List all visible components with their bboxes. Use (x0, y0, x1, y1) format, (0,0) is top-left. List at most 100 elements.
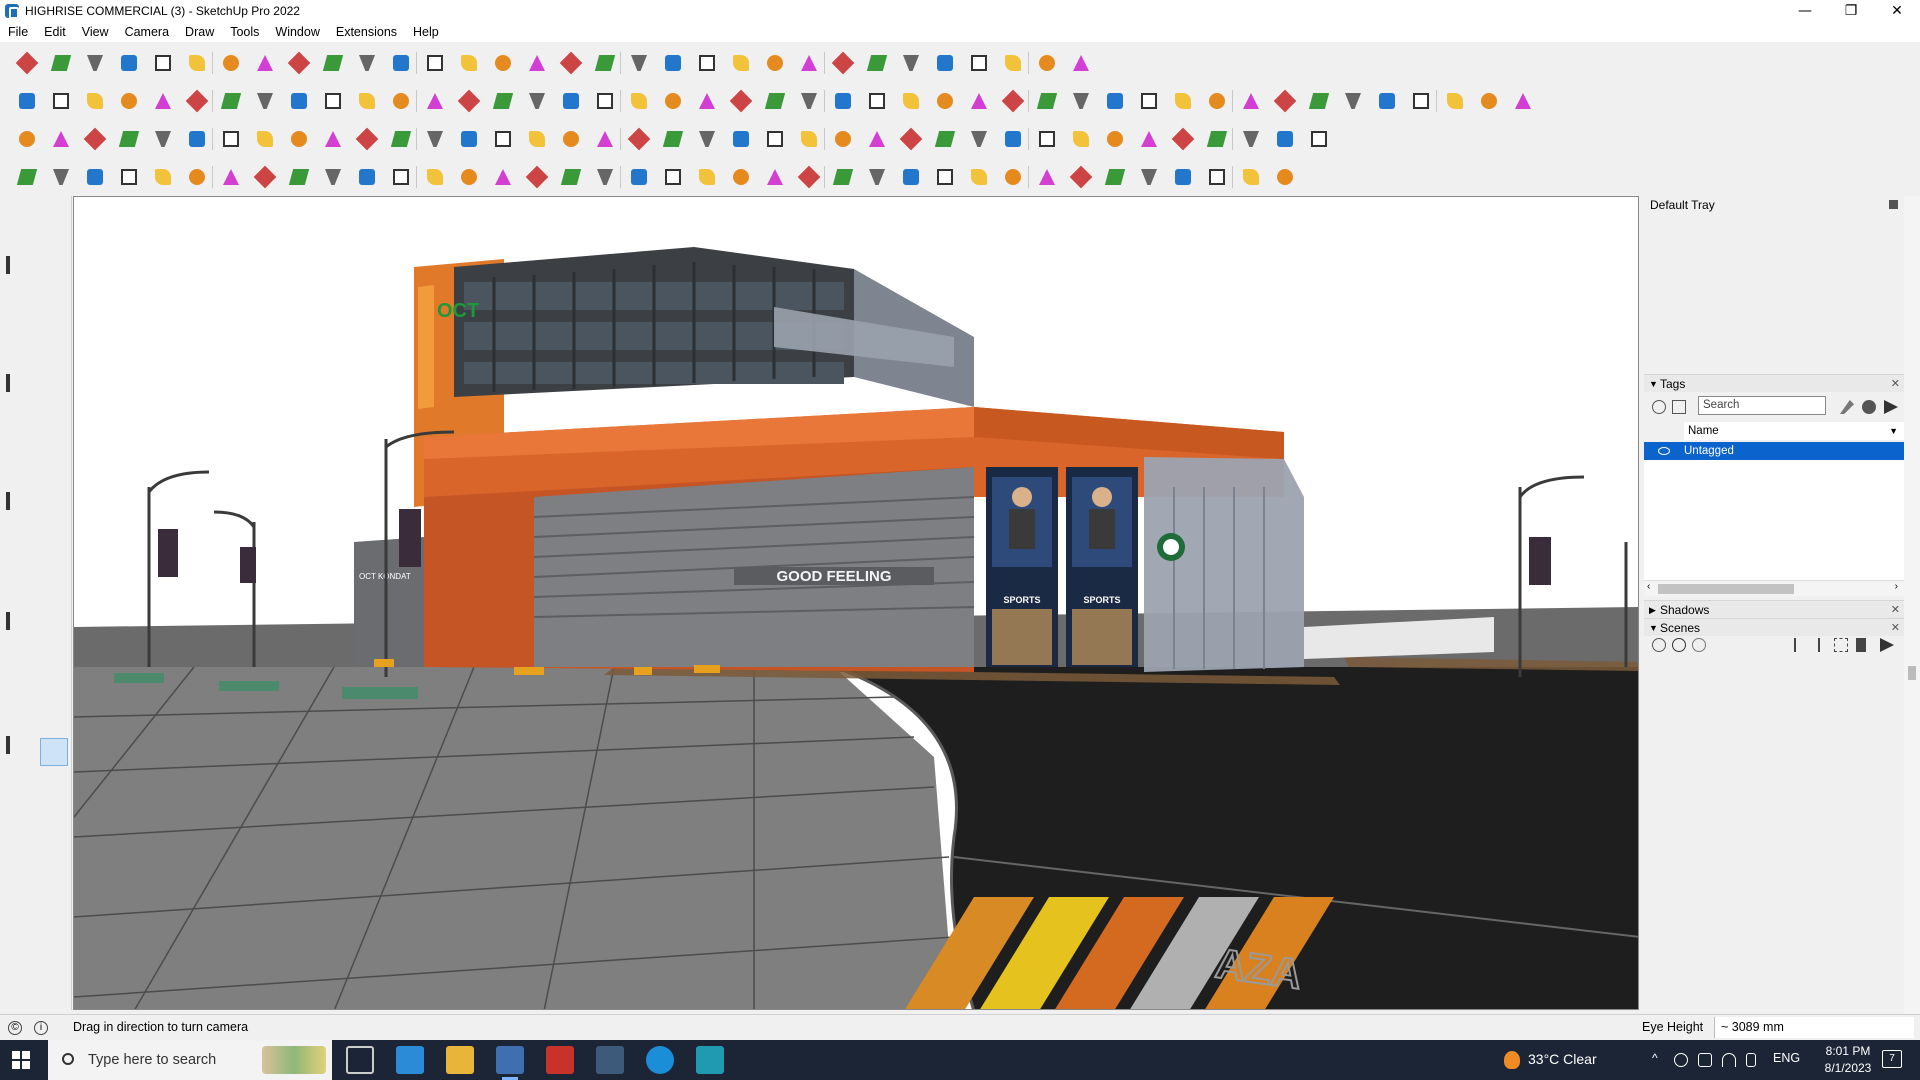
shadows-tool-button[interactable] (964, 162, 994, 192)
hidden-line-tool-button[interactable] (1372, 86, 1402, 116)
tape-tool-button[interactable] (6, 528, 34, 556)
monochrome-tool-button[interactable] (794, 162, 825, 192)
view-back-tool-button[interactable] (896, 124, 926, 154)
solid-union-tool-button[interactable] (692, 86, 722, 116)
split-tool-button[interactable] (488, 162, 518, 192)
weather-widget[interactable]: 33°C Clear (1504, 1051, 1597, 1069)
add-tag-icon[interactable] (1652, 400, 1666, 414)
orbit-tool-button[interactable] (250, 86, 280, 116)
menu-file[interactable]: File (0, 22, 36, 42)
walk-tool-button[interactable] (250, 124, 280, 154)
view-top-tool-button[interactable] (794, 124, 825, 154)
menu-camera[interactable]: Camera (117, 22, 177, 42)
zoom-tool-button[interactable] (1270, 124, 1300, 154)
eraser-tool-button[interactable] (1100, 162, 1130, 192)
protractor-tool-button[interactable] (624, 124, 654, 154)
remove-scene-icon[interactable] (1692, 638, 1706, 652)
menu-draw[interactable]: Draw (177, 22, 222, 42)
follow-me-tool-button[interactable] (624, 86, 654, 116)
select-tool-button[interactable] (1304, 124, 1334, 154)
windows-start-button[interactable] (12, 1051, 30, 1069)
styles-tool-button[interactable] (1406, 86, 1437, 116)
select-tool-button[interactable] (46, 48, 76, 78)
component-tool-button[interactable] (6, 256, 34, 286)
xray-tool-button[interactable] (1304, 86, 1334, 116)
zoom-extents-tool-button[interactable] (352, 86, 382, 116)
line-tool-button[interactable] (1134, 162, 1164, 192)
zoom-window-tool-button[interactable] (80, 124, 110, 154)
pin-icon[interactable] (1889, 200, 1898, 209)
fog-tool-button[interactable] (998, 162, 1029, 192)
rotated-rectangle-tool-button[interactable] (40, 320, 68, 348)
wireframe-tool-button[interactable] (1338, 86, 1368, 116)
follow-me-tool-button[interactable] (148, 162, 178, 192)
volume-icon[interactable] (1746, 1053, 1756, 1067)
xray-tool-button[interactable] (1066, 124, 1096, 154)
tape-measure-tool-button[interactable] (40, 258, 68, 286)
view-back-tool-button[interactable] (658, 162, 688, 192)
move-tool-button[interactable] (6, 438, 34, 466)
axes-tool-button[interactable] (6, 584, 34, 612)
polygon-tool-button[interactable] (40, 348, 68, 376)
intersect-tool-button[interactable] (182, 162, 213, 192)
offset-tool-button[interactable] (40, 466, 68, 494)
position-camera-tool-button[interactable] (6, 710, 34, 738)
walk-tool-button[interactable] (488, 86, 518, 116)
styles-tool-button[interactable] (930, 162, 960, 192)
rotate-tool-button[interactable] (46, 86, 76, 116)
position-camera-tool-button[interactable] (318, 124, 348, 154)
look-around-tool-button[interactable] (46, 162, 76, 192)
split-tool-button[interactable] (964, 86, 994, 116)
shaded-tool-button[interactable] (726, 162, 756, 192)
protractor-tool-button[interactable] (386, 162, 417, 192)
eraser-tool-button[interactable] (40, 230, 68, 258)
paint-bucket-tool-button[interactable] (6, 230, 34, 258)
geo-location-icon[interactable]: © (8, 1021, 22, 1035)
tags-horizontal-scrollbar[interactable]: ‹ › (1644, 580, 1904, 596)
tags-search-input[interactable]: Search (1698, 396, 1826, 415)
dimension-tool-button[interactable] (1066, 48, 1096, 78)
sandbox-tool-button[interactable] (828, 48, 858, 78)
position-camera-tool-button[interactable] (794, 48, 825, 78)
shaded-tool-button[interactable] (1202, 86, 1233, 116)
menu-help[interactable]: Help (405, 22, 447, 42)
position-camera-tool-button[interactable] (556, 86, 586, 116)
push-pull-tool-button[interactable] (216, 48, 246, 78)
zoom-window-tool-button[interactable] (318, 86, 348, 116)
orbit-2-tool-button[interactable] (6, 612, 34, 642)
tags-panel-header[interactable]: ▼ Tags ✕ (1644, 374, 1904, 392)
scale-tool-button[interactable] (80, 86, 110, 116)
move-tool-button[interactable] (250, 48, 280, 78)
pie-tool-button[interactable] (6, 404, 34, 432)
visibility-eye-icon[interactable] (1658, 447, 1670, 455)
solid-subtract-tool-button[interactable] (250, 162, 280, 192)
layer-tool-button[interactable] (420, 86, 450, 116)
3d-text-tool-button[interactable] (420, 162, 450, 192)
minimize-button[interactable]: — (1782, 0, 1828, 22)
shadows-tool-button[interactable] (1440, 86, 1470, 116)
view-left-tool-button[interactable] (930, 124, 960, 154)
shadows-tool-button[interactable] (1202, 124, 1233, 154)
details-arrow-icon[interactable] (1884, 400, 1898, 414)
textured-tool-button[interactable] (760, 162, 790, 192)
menu-tools[interactable]: Tools (222, 22, 267, 42)
paint-bucket-tool-button[interactable] (216, 86, 246, 116)
component-tool-button[interactable] (692, 48, 722, 78)
zoom-extents-tool-button[interactable] (6, 672, 34, 700)
edge-browser-icon[interactable] (646, 1046, 674, 1074)
styles-tool-button[interactable] (40, 800, 68, 828)
textured-tool-button[interactable] (998, 124, 1029, 154)
offset-tool-button[interactable] (114, 86, 144, 116)
tray-vertical-scrollbar[interactable] (1904, 196, 1920, 1014)
text-tool-button[interactable] (40, 556, 68, 584)
solid-union-tool-button[interactable] (216, 162, 246, 192)
offset-tool-button[interactable] (352, 48, 382, 78)
clock[interactable]: 8:01 PM 8/1/2023 (1816, 1043, 1880, 1077)
text-tool-button[interactable] (420, 48, 450, 78)
section-plane-tool-button[interactable] (386, 86, 417, 116)
rectangle-tool-button[interactable] (6, 320, 34, 348)
line-tool-button[interactable] (6, 292, 34, 320)
chevron-up-icon[interactable]: ^ (1652, 1051, 1658, 1065)
flip-tool-button[interactable] (40, 494, 68, 522)
add-folder-icon[interactable] (1672, 400, 1686, 414)
